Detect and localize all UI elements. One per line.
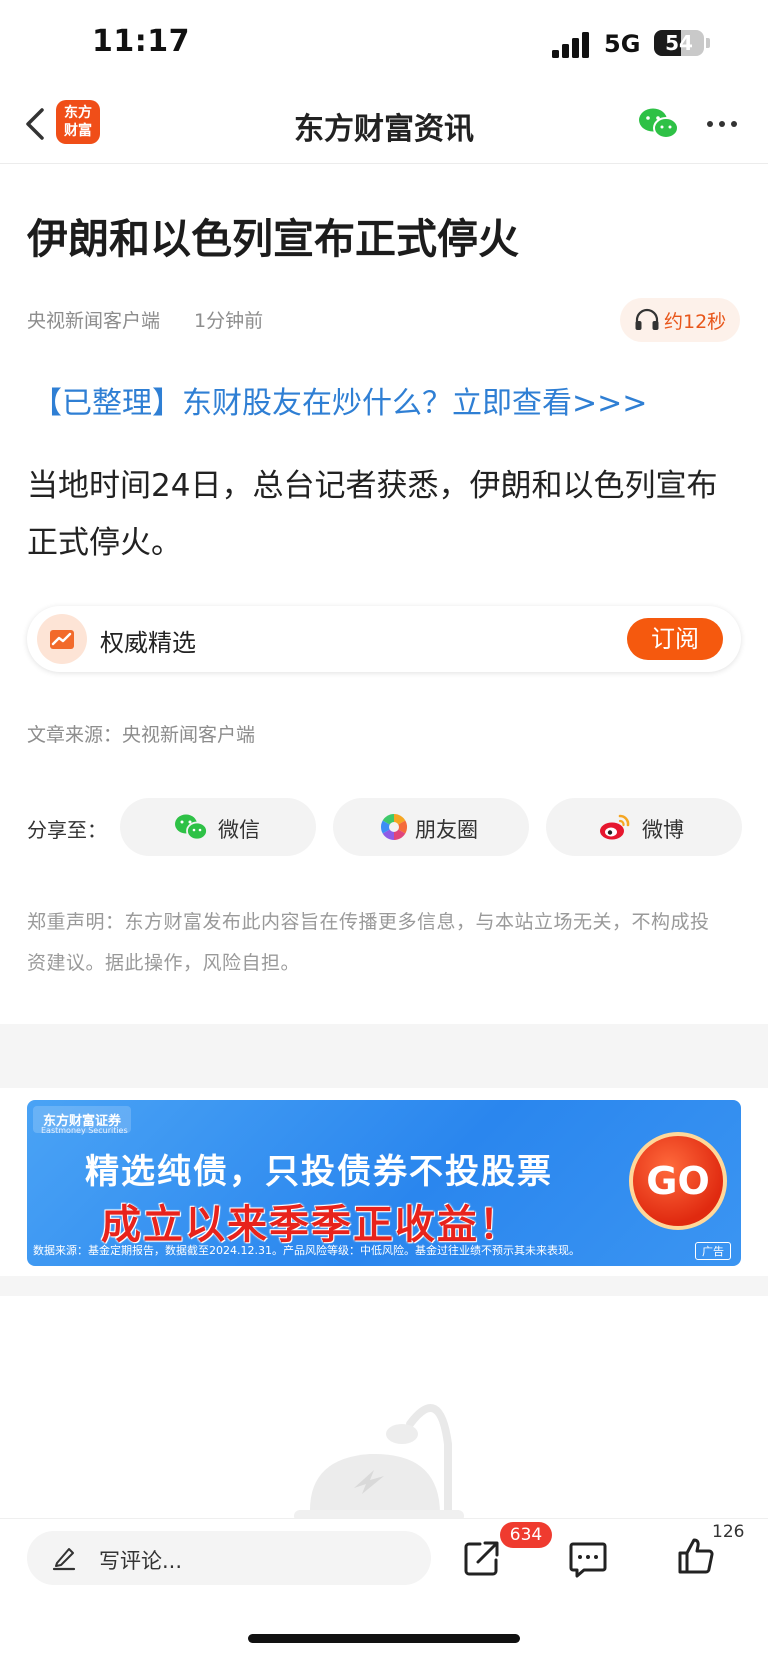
- ad-go-button[interactable]: GO: [629, 1132, 727, 1230]
- article-headline: 伊朗和以色列宣布正式停火: [27, 215, 519, 263]
- weibo-icon: [600, 814, 630, 840]
- wechat-icon: [175, 814, 208, 841]
- share-weibo-button[interactable]: 微博: [546, 798, 742, 856]
- subscription-card[interactable]: 权威精选 订阅: [27, 606, 741, 672]
- loading-illustration: [294, 1404, 464, 1522]
- moments-icon: [380, 813, 408, 841]
- subscribe-button[interactable]: 订阅: [627, 618, 723, 660]
- network-type: 5G: [604, 30, 641, 58]
- like-count: 126: [712, 1522, 745, 1542]
- share-wechat-button[interactable]: 微信: [120, 798, 316, 856]
- article-source-line: 文章来源：央视新闻客户端: [27, 724, 256, 746]
- section-divider-2: [0, 1276, 768, 1296]
- share-label: 分享至：: [27, 818, 107, 842]
- article-source[interactable]: 央视新闻客户端: [27, 306, 160, 333]
- headphones-icon: [635, 308, 659, 330]
- battery-icon: 54: [654, 30, 704, 56]
- share-moments-label: 朋友圈: [415, 818, 478, 842]
- like-icon[interactable]: [676, 1536, 716, 1576]
- status-time: 11:17: [92, 24, 190, 59]
- wechat-share-icon[interactable]: [638, 106, 680, 142]
- share-wechat-label: 微信: [218, 818, 260, 842]
- home-indicator: [248, 1634, 520, 1643]
- battery-tip: [706, 38, 710, 48]
- nav-divider: [0, 163, 768, 164]
- signal-icon: [552, 32, 589, 58]
- battery-level: 54: [665, 31, 693, 55]
- comments-icon[interactable]: [568, 1540, 608, 1578]
- section-divider: [0, 1024, 768, 1088]
- ad-footnote: 数据来源：基金定期报告，数据截至2024.12.31。产品风险等级：中低风险。基…: [33, 1244, 580, 1257]
- ad-headline: 精选纯债，只投债券不投股票: [85, 1152, 553, 1192]
- trend-chart-icon: [50, 630, 74, 649]
- ad-banner[interactable]: 东方财富证券 Eastmoney Securities 精选纯债，只投债券不投股…: [27, 1100, 741, 1266]
- share-count-badge: 634: [500, 1522, 552, 1548]
- comment-input[interactable]: 写评论...: [27, 1531, 431, 1585]
- article-body: 当地时间24日，总台记者获悉，伊朗和以色列宣布正式停火。: [27, 468, 718, 561]
- more-icon[interactable]: [704, 110, 740, 138]
- subscription-icon-wrap: [37, 614, 87, 664]
- disclaimer: 郑重声明：东方财富发布此内容旨在传播更多信息，与本站立场无关，不构成投资建议。据…: [27, 911, 710, 974]
- subscription-label: 权威精选: [100, 629, 196, 657]
- share-moments-button[interactable]: 朋友圈: [333, 798, 529, 856]
- ad-brand-en: Eastmoney Securities: [41, 1126, 128, 1135]
- share-weibo-label: 微博: [642, 818, 684, 842]
- promo-link[interactable]: 【已整理】东财股友在炒什么？立即查看>>>: [32, 378, 647, 422]
- share-icon[interactable]: [462, 1538, 502, 1578]
- article-time: 1分钟前: [194, 310, 264, 332]
- comment-placeholder: 写评论...: [99, 1549, 183, 1573]
- listen-button[interactable]: 约12秒: [620, 298, 740, 342]
- pencil-icon: [52, 1548, 76, 1571]
- ad-tag: 广告: [695, 1242, 731, 1260]
- listen-duration: 约12秒: [664, 311, 727, 333]
